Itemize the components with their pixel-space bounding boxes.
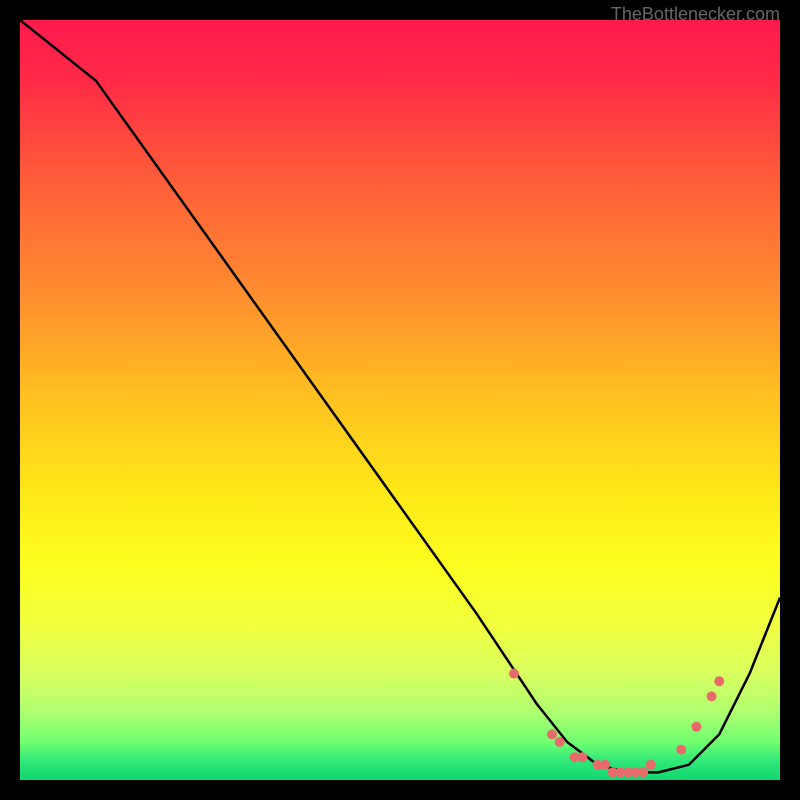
data-marker [547, 729, 557, 739]
data-marker [691, 722, 701, 732]
data-marker [600, 760, 610, 770]
watermark-label: TheBottlenecker.com [611, 4, 780, 25]
data-marker [555, 737, 565, 747]
data-marker [646, 760, 656, 770]
chart-plot-area [20, 20, 780, 780]
data-marker [676, 745, 686, 755]
data-marker [577, 752, 587, 762]
data-marker [638, 767, 648, 777]
data-marker [707, 691, 717, 701]
data-marker [714, 676, 724, 686]
data-marker [509, 669, 519, 679]
chart-svg [20, 20, 780, 780]
